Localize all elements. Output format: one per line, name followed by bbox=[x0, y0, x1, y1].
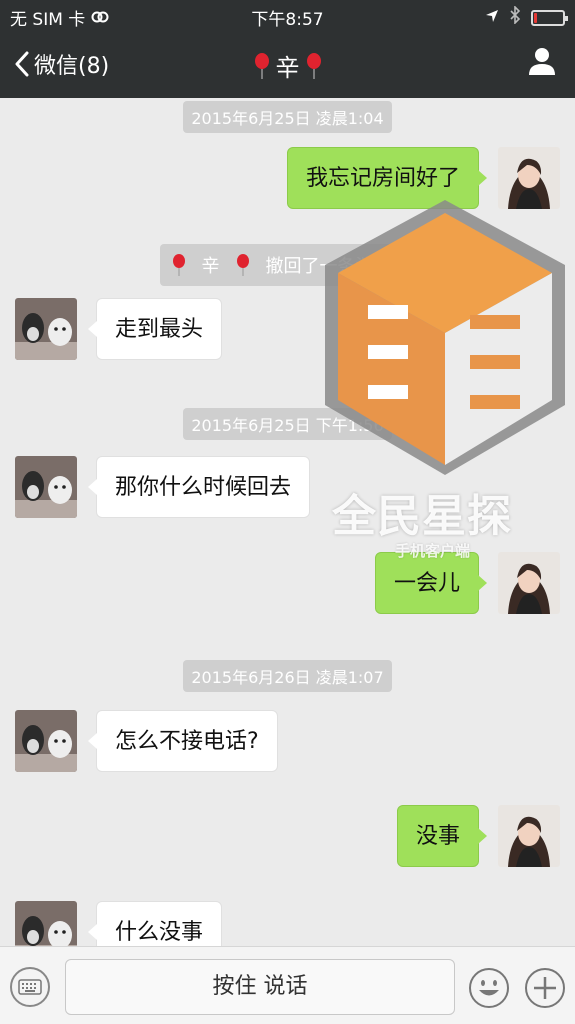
battery-level bbox=[534, 12, 537, 23]
message-outgoing[interactable]: 一会儿 bbox=[0, 552, 575, 614]
my-avatar[interactable] bbox=[498, 552, 560, 614]
timestamp: 2015年6月25日 凌晨1:04 bbox=[0, 101, 575, 133]
message-outgoing[interactable]: 没事 bbox=[0, 805, 575, 867]
message-bubble[interactable]: 走到最头 bbox=[87, 298, 223, 360]
battery-icon bbox=[531, 9, 568, 26]
notice-name: 辛 bbox=[189, 248, 232, 282]
watermark-subtitle: 手机客户端 bbox=[395, 542, 471, 560]
message-incoming[interactable]: 什么没事 bbox=[0, 901, 575, 946]
contact-avatar[interactable] bbox=[15, 901, 77, 946]
contact-name: 辛 bbox=[275, 54, 300, 82]
my-avatar[interactable] bbox=[498, 805, 560, 867]
chat-info-button[interactable] bbox=[527, 46, 557, 80]
message-incoming[interactable]: 怎么不接电话? bbox=[0, 710, 575, 772]
emoji-button[interactable] bbox=[468, 967, 510, 1009]
contact-avatar[interactable] bbox=[15, 710, 77, 772]
chat-header: 微信(8) 辛 bbox=[0, 30, 575, 98]
message-bubble[interactable]: 怎么不接电话? bbox=[88, 710, 278, 772]
person-icon bbox=[529, 48, 555, 75]
status-bar: 无 SIM 卡 下午8:57 bbox=[0, 0, 575, 30]
plus-icon bbox=[525, 968, 565, 1008]
input-bar: 按住 说话 bbox=[0, 946, 575, 1024]
smiley-icon bbox=[469, 968, 509, 1008]
contact-avatar[interactable] bbox=[15, 298, 77, 360]
hold-to-talk-button[interactable]: 按住 说话 bbox=[65, 959, 455, 1015]
keyboard-icon bbox=[18, 979, 42, 995]
watermark-title: 全民星探 bbox=[332, 491, 512, 542]
message-bubble[interactable]: 一会儿 bbox=[374, 552, 488, 614]
location-icon bbox=[485, 8, 499, 28]
balloon-icon bbox=[306, 52, 321, 79]
message-bubble[interactable]: 没事 bbox=[396, 805, 488, 867]
bluetooth-icon bbox=[509, 5, 521, 29]
message-bubble[interactable]: 什么没事 bbox=[87, 901, 223, 946]
chat-title: 辛 bbox=[0, 48, 575, 83]
contact-avatar[interactable] bbox=[15, 456, 77, 518]
keyboard-toggle-button[interactable] bbox=[10, 967, 50, 1007]
message-bubble[interactable]: 那你什么时候回去 bbox=[87, 456, 311, 518]
timestamp: 2015年6月26日 凌晨1:07 bbox=[0, 660, 575, 692]
more-actions-button[interactable] bbox=[524, 967, 566, 1009]
balloon-icon bbox=[172, 254, 185, 276]
balloon-icon bbox=[236, 254, 249, 276]
balloon-icon bbox=[254, 52, 269, 79]
